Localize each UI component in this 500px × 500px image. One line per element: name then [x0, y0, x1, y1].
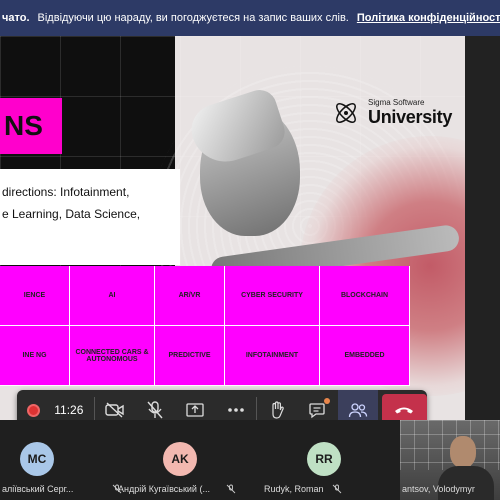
camera-toggle-button[interactable]: [95, 390, 135, 420]
slide-description: directions: Infotainment, e Learning, Da…: [0, 169, 180, 265]
recording-indicator[interactable]: 11:26: [17, 390, 94, 420]
participant-tile[interactable]: MC аліївський Серг...: [0, 420, 130, 500]
participant-video-body: [438, 466, 494, 500]
sigma-logo-icon: [332, 99, 360, 127]
participant-tile[interactable]: AK Андрій Кугаївський (...: [118, 420, 243, 500]
direction-cell: BLOCKCHAIN: [320, 266, 410, 326]
meeting-timer: 11:26: [54, 403, 84, 417]
chat-button[interactable]: [297, 390, 337, 420]
record-dot-icon: [27, 403, 41, 417]
participant-name: аліївський Серг...: [2, 484, 74, 494]
participant-video-face: [450, 436, 476, 468]
people-icon: [348, 403, 367, 418]
meeting-controls: 11:26: [17, 390, 428, 420]
direction-cell: INE NG: [0, 326, 70, 386]
raise-hand-button[interactable]: [257, 390, 297, 420]
sigma-logo: Sigma Software University: [332, 98, 452, 128]
direction-cell: EMBEDDED: [320, 326, 410, 386]
chat-icon: [309, 403, 326, 419]
privacy-policy-link[interactable]: Політика конфіденційності: [357, 12, 500, 24]
direction-cell: AR/VR: [155, 266, 225, 326]
participants-button[interactable]: [337, 390, 378, 420]
participant-name: Rudyk, Roman: [264, 484, 324, 494]
avatar: RR: [307, 442, 341, 476]
desc-line: directions: Infotainment,: [2, 185, 130, 199]
participant-name: antsov, Volodymyr: [402, 484, 475, 494]
chat-unread-badge: [323, 398, 330, 404]
participant-video-tile[interactable]: antsov, Volodymyr: [400, 420, 500, 500]
presentation-slide: NS Sigma Software University directions:…: [0, 36, 465, 420]
direction-cell: PREDICTIVE: [155, 326, 225, 386]
desc-line: e Learning, Data Science,: [2, 207, 141, 221]
more-options-button[interactable]: [216, 390, 256, 420]
banner-prefix: чато.: [2, 12, 30, 24]
raise-hand-icon: [272, 401, 284, 419]
mic-off-icon: [226, 484, 236, 494]
logo-title: University: [368, 107, 453, 127]
direction-cell: CONNECTED CARS & AUTONOMOUS: [70, 326, 155, 386]
banner-text: Відвідуючи цю нараду, ви погоджуєтеся на…: [37, 12, 349, 24]
slide-heading: NS: [0, 98, 62, 154]
avatar: MC: [20, 442, 54, 476]
directions-grid: IENCE AI AR/VR CYBER SECURITY BLOCKCHAIN…: [0, 266, 410, 386]
direction-cell: IENCE: [0, 266, 70, 326]
mic-off-icon: [147, 401, 163, 419]
camera-off-icon: [105, 402, 124, 418]
more-icon: [227, 408, 244, 412]
hang-up-icon: [395, 407, 414, 414]
mic-off-icon: [332, 484, 342, 494]
shared-screen: NS Sigma Software University directions:…: [0, 36, 500, 420]
direction-cell: INFOTAINMENT: [225, 326, 320, 386]
direction-cell: AI: [70, 266, 155, 326]
share-screen-icon: [186, 403, 205, 417]
mic-toggle-button[interactable]: [135, 390, 175, 420]
participant-tile[interactable]: RR Rudyk, Roman: [262, 420, 392, 500]
hang-up-button[interactable]: [381, 394, 428, 420]
share-screen-button[interactable]: [175, 390, 215, 420]
avatar: AK: [163, 442, 197, 476]
logo-subtitle: Sigma Software: [368, 98, 425, 107]
direction-cell: CYBER SECURITY: [225, 266, 320, 326]
participant-strip: MC аліївський Серг... AK Андрій Кугаївсь…: [0, 420, 500, 500]
recording-consent-banner: чато. Відвідуючи цю нараду, ви погоджуєт…: [0, 0, 500, 36]
participant-name: Андрій Кугаївський (...: [118, 484, 210, 494]
